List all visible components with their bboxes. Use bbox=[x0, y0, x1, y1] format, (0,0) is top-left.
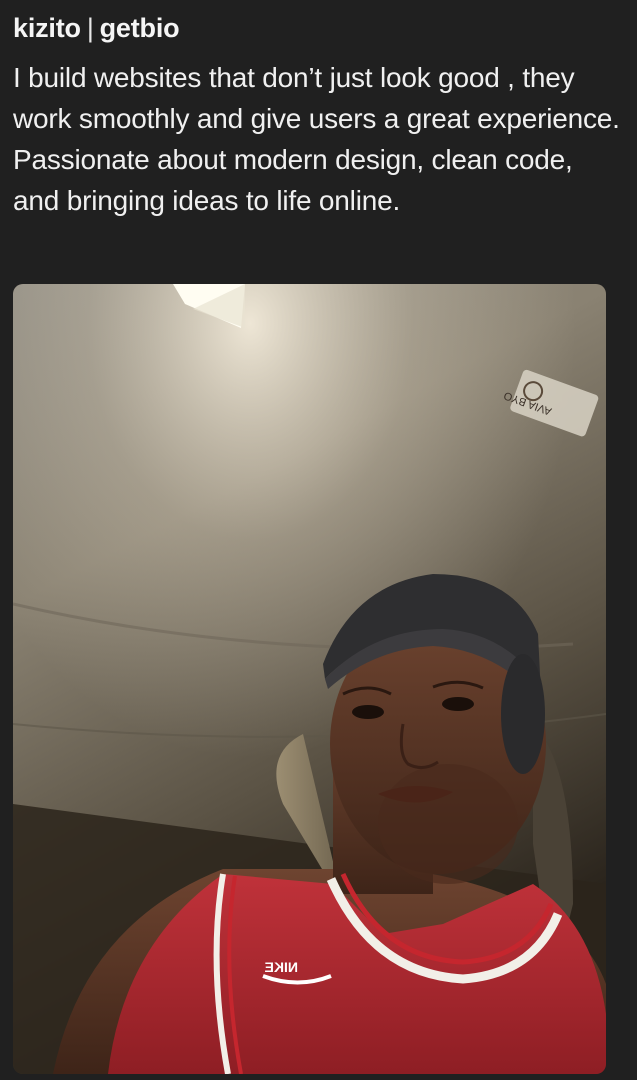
bio-text: I build websites that don’t just look go… bbox=[13, 62, 620, 216]
author-name[interactable]: kizito bbox=[13, 13, 81, 43]
author-line[interactable]: kizito | getbio bbox=[13, 8, 624, 48]
post-photo[interactable]: AVIA BYO NIKE bbox=[13, 284, 606, 1074]
jersey-logo: NIKE bbox=[265, 959, 298, 975]
selfie-photo-illustration: AVIA BYO NIKE bbox=[13, 284, 606, 1074]
author-separator: | bbox=[86, 13, 94, 43]
author-handle[interactable]: getbio bbox=[100, 13, 180, 43]
post-header: kizito | getbio I build websites that don’… bbox=[13, 8, 624, 221]
